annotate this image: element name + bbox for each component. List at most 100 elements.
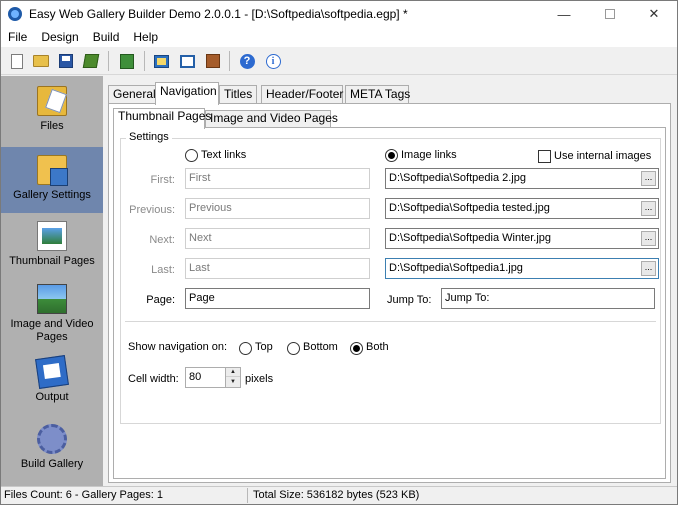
window-button[interactable] [177, 51, 197, 71]
new-button[interactable] [7, 51, 27, 71]
use-internal-images-label: Use internal images [554, 150, 652, 162]
export-button[interactable] [81, 51, 101, 71]
maximize-icon [605, 9, 615, 19]
last-image-path: D:\Softpedia\Softpedia1.jpg [389, 262, 523, 274]
nav-bottom-radio[interactable] [287, 342, 300, 355]
first-browse-button[interactable]: ... [641, 171, 656, 186]
save-button[interactable] [56, 51, 76, 71]
text-links-label: Text links [201, 149, 247, 161]
tab-navigation[interactable]: Navigation [155, 82, 219, 105]
help-button[interactable]: ? [237, 51, 257, 71]
first-image-path: D:\Softpedia\Softpedia 2.jpg [389, 172, 526, 184]
last-browse-button[interactable]: ... [641, 261, 656, 276]
status-separator [247, 488, 248, 503]
tab-meta-tags[interactable]: META Tags [345, 85, 410, 104]
tab-general[interactable]: General [108, 85, 156, 104]
menu-design[interactable]: Design [34, 27, 85, 47]
image-video-pages-icon [37, 284, 67, 314]
last-image-input[interactable]: D:\Softpedia\Softpedia1.jpg ... [385, 258, 659, 279]
toolbar-separator [144, 51, 145, 71]
sidebar-item-files[interactable]: Files [1, 86, 103, 146]
output-icon [35, 355, 69, 389]
divider [125, 321, 656, 322]
jump-to-input[interactable]: Jump To: [441, 288, 655, 309]
close-button[interactable]: ✕ [631, 1, 677, 27]
previous-image-input[interactable]: D:\Softpedia\Softpedia tested.jpg ... [385, 198, 659, 219]
use-internal-images-checkbox[interactable] [538, 150, 551, 163]
sidebar-item-gallery-settings[interactable]: Gallery Settings [1, 147, 103, 213]
spin-down-icon[interactable]: ▼ [226, 377, 240, 386]
sidebar-item-label: Output [35, 391, 69, 403]
image-links-radio[interactable] [385, 149, 398, 162]
menu-file[interactable]: File [1, 27, 34, 47]
cell-width-value: 80 [189, 371, 202, 383]
sidebar-item-output[interactable]: Output [1, 355, 103, 407]
next-image-path: D:\Softpedia\Softpedia Winter.jpg [389, 232, 552, 244]
cell-width-unit: pixels [245, 373, 274, 385]
tab-titles[interactable]: Titles [219, 85, 257, 104]
sidebar-item-image-video-pages[interactable]: Image and Video Pages [1, 284, 103, 346]
sidebar-item-label: Files [40, 120, 64, 132]
page-label: Page: [146, 294, 175, 306]
next-label: Next: [149, 234, 175, 246]
image-links-label: Image links [401, 149, 457, 161]
tab-header-footer[interactable]: Header/Footer [261, 85, 343, 104]
menu-build[interactable]: Build [86, 27, 127, 47]
sidebar-item-label: Build Gallery [20, 458, 84, 470]
spin-up-icon[interactable]: ▲ [226, 368, 240, 377]
open-button[interactable] [31, 51, 51, 71]
tab-image-video-pages[interactable]: Image and Video Pages [205, 110, 338, 127]
first-image-input[interactable]: D:\Softpedia\Softpedia 2.jpg ... [385, 168, 659, 189]
info-icon: i [265, 53, 281, 69]
package-icon [206, 54, 220, 68]
gallery-settings-icon [37, 155, 68, 186]
status-bar: Files Count: 6 - Gallery Pages: 1 Total … [1, 486, 677, 504]
next-image-input[interactable]: D:\Softpedia\Softpedia Winter.jpg ... [385, 228, 659, 249]
package-button[interactable] [203, 51, 223, 71]
save-icon [59, 54, 73, 68]
title-bar: Easy Web Gallery Builder Demo 2.0.0.1 - … [1, 1, 677, 27]
settings-group: Settings Text links Image links Use inte… [120, 131, 661, 424]
tab-thumbnail-pages[interactable]: Thumbnail Pages [113, 108, 211, 129]
sidebar-item-label: Gallery Settings [13, 189, 91, 201]
nav-top-radio[interactable] [239, 342, 252, 355]
nav-both-radio[interactable] [350, 342, 363, 355]
menu-help[interactable]: Help [126, 27, 165, 47]
first-text-input[interactable]: First [185, 168, 370, 189]
toolbar-separator [229, 51, 230, 71]
build-button[interactable] [117, 51, 137, 71]
previous-label: Previous: [129, 204, 175, 216]
next-browse-button[interactable]: ... [641, 231, 656, 246]
nav-both-label: Both [366, 341, 389, 353]
text-links-radio[interactable] [185, 149, 198, 162]
settings-legend: Settings [126, 131, 172, 143]
open-icon [33, 55, 49, 67]
sidebar-item-thumbnail-pages[interactable]: Thumbnail Pages [1, 221, 103, 271]
minimize-button[interactable]: — [541, 1, 587, 27]
toolbar: ? i [1, 47, 677, 75]
sidebar: Files Gallery Settings Thumbnail Pages I… [1, 76, 103, 486]
page-input[interactable]: Page [185, 288, 370, 309]
nav-top-label: Top [255, 341, 273, 353]
last-text-input[interactable]: Last [185, 258, 370, 279]
next-text-input[interactable]: Next [185, 228, 370, 249]
gallery-icon [153, 54, 169, 68]
main-content: General Navigation Titles Header/Footer … [104, 76, 677, 486]
help-icon: ? [239, 53, 255, 69]
cell-width-stepper[interactable]: 80 ▲ ▼ [185, 367, 241, 388]
show-navigation-label: Show navigation on: [128, 341, 228, 353]
sidebar-item-build-gallery[interactable]: Build Gallery [1, 424, 103, 474]
previous-text-input[interactable]: Previous [185, 198, 370, 219]
app-window: Easy Web Gallery Builder Demo 2.0.0.1 - … [0, 0, 678, 505]
spin-buttons: ▲ ▼ [225, 368, 240, 387]
previous-image-path: D:\Softpedia\Softpedia tested.jpg [389, 202, 550, 214]
build-icon [120, 53, 134, 69]
maximize-button[interactable] [587, 1, 633, 27]
info-button[interactable]: i [263, 51, 283, 71]
thumbnail-pages-icon [37, 221, 67, 251]
previous-browse-button[interactable]: ... [641, 201, 656, 216]
gallery-button[interactable] [151, 51, 171, 71]
cell-width-label: Cell width: [128, 373, 179, 385]
navigation-panel: Thumbnail Pages Image and Video Pages Se… [108, 103, 671, 483]
window-icon [179, 54, 195, 68]
